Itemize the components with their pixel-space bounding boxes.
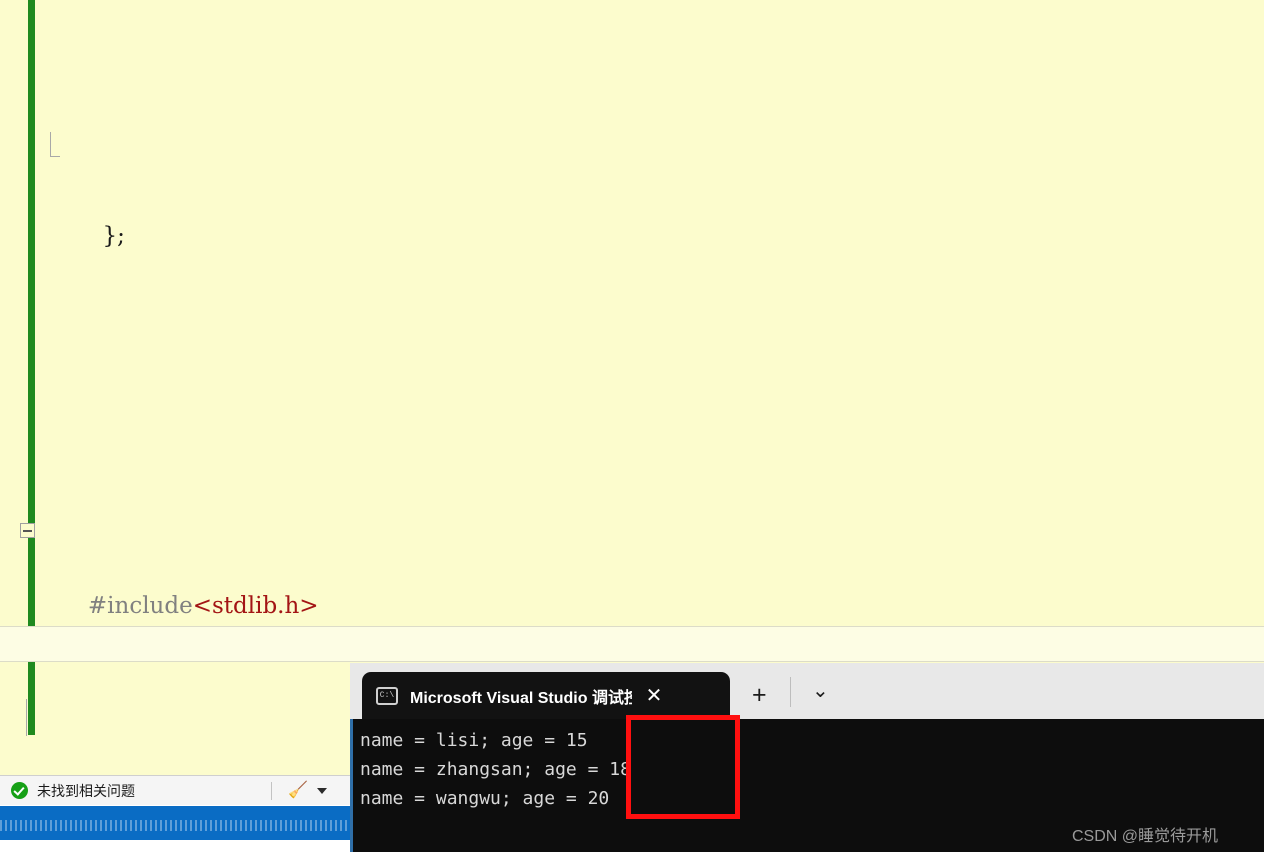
check-circle-icon (11, 782, 28, 799)
console-tab-strip[interactable]: C:\ Microsoft Visual Studio 调试控 ✕ + ⌄ (350, 663, 1264, 719)
chevron-down-icon[interactable] (316, 787, 327, 794)
new-tab-icon[interactable]: + (752, 683, 767, 708)
console-tab-title: Microsoft Visual Studio 调试控 (410, 689, 632, 707)
token-include: #include (87, 593, 193, 619)
code-editor[interactable]: }; #include<stdlib.h> #include<stdio.h> … (0, 0, 1264, 775)
tab-strip-divider (790, 677, 791, 707)
broom-icon[interactable]: 🧹 (288, 782, 308, 799)
token-header-stdlib: <stdlib.h> (192, 593, 319, 619)
problem-status-text: 未找到相关问题 (37, 782, 135, 799)
token-close-brace: }; (102, 223, 125, 249)
code-line-blank[interactable] (44, 329, 923, 366)
fold-guide (50, 132, 60, 157)
csdn-watermark: CSDN @睡觉待开机 (1072, 828, 1219, 845)
chevron-down-icon[interactable]: ⌄ (812, 681, 829, 701)
close-icon[interactable]: ✕ (642, 686, 666, 706)
console-cmd-icon: C:\ (376, 686, 398, 705)
console-tab-active[interactable]: C:\ Microsoft Visual Studio 调试控 ✕ (362, 672, 730, 719)
console-output-text: name = lisi; age = 15 name = zhangsan; a… (360, 730, 631, 809)
code-line[interactable]: #include<stdlib.h> (20, 514, 923, 619)
fold-toggle-icon[interactable] (20, 523, 35, 538)
code-line[interactable]: }; (44, 132, 923, 249)
code-text[interactable]: }; #include<stdlib.h> #include<stdio.h> … (20, 0, 923, 775)
toolbar-divider (271, 781, 272, 800)
fold-guide (26, 699, 27, 736)
console-left-accent (350, 719, 353, 852)
unsaved-change-indicator-bar (28, 0, 35, 735)
